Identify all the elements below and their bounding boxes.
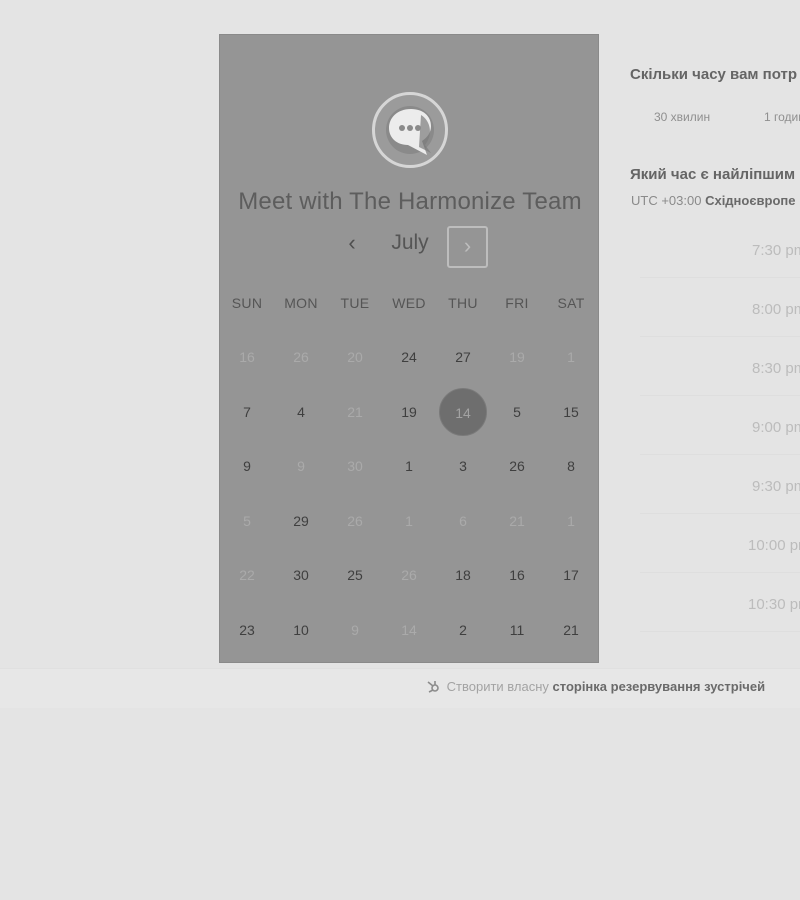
create-booking-page-link[interactable]: Створити власну сторінка резервування зу… bbox=[426, 679, 765, 696]
calendar-day: 16 bbox=[239, 349, 255, 365]
calendar-panel: Meet with The Harmonize Team ‹ July › SU… bbox=[219, 34, 599, 663]
time-slot[interactable]: 9:00 pm bbox=[630, 401, 800, 455]
weekday-header: SUN MON TUE WED THU FRI SAT bbox=[220, 295, 600, 315]
calendar-day: 19 bbox=[509, 349, 525, 365]
calendar-day[interactable]: 3 bbox=[439, 442, 487, 490]
calendar-day: 21 bbox=[509, 512, 525, 529]
calendar-day: 1 bbox=[405, 512, 413, 529]
weekday-tue: TUE bbox=[340, 295, 370, 311]
time-slot[interactable]: 10:00 pm bbox=[630, 519, 800, 573]
calendar-day: 21 bbox=[347, 403, 363, 420]
prev-month-button[interactable]: ‹ bbox=[338, 229, 366, 257]
calendar-day[interactable]: 24 bbox=[385, 333, 433, 381]
timezone-selector[interactable]: UTC +03:00 Східноєвропе bbox=[631, 193, 796, 208]
selected-day[interactable]: 14 bbox=[439, 387, 487, 436]
calendar-day: 1 bbox=[567, 512, 575, 529]
calendar-day: 20 bbox=[347, 349, 363, 365]
weekday-fri: FRI bbox=[505, 295, 529, 311]
duration-option[interactable]: 30 хвилин bbox=[654, 102, 710, 132]
calendar-day[interactable]: 10 bbox=[277, 606, 325, 654]
calendar-day[interactable]: 9 bbox=[223, 442, 271, 490]
timezone-name: Східноєвропе bbox=[705, 193, 796, 208]
weekday-wed: WED bbox=[392, 295, 426, 311]
duration-question: Скільки часу вам потр bbox=[630, 66, 798, 83]
calendar-day[interactable]: 8 bbox=[547, 442, 595, 490]
time-question: Який час є найліпшим bbox=[630, 166, 796, 183]
calendar-day[interactable]: 7 bbox=[223, 388, 271, 436]
calendar-day[interactable]: 11 bbox=[493, 606, 541, 654]
calendar-day[interactable]: 25 bbox=[331, 551, 379, 599]
calendar-day: 1 bbox=[567, 349, 575, 365]
next-month-button[interactable]: › bbox=[447, 226, 488, 268]
time-slot[interactable]: 8:00 pm bbox=[630, 283, 800, 337]
weekday-thu: THU bbox=[448, 295, 478, 311]
weekday-mon: MON bbox=[284, 295, 318, 311]
calendar-day: 9 bbox=[351, 622, 359, 638]
calendar-day: 26 bbox=[347, 512, 363, 529]
calendar-day: 22 bbox=[239, 567, 255, 584]
calendar-day[interactable]: 1 bbox=[385, 442, 433, 490]
calendar-day: 6 bbox=[459, 512, 467, 529]
footer-text: Створити власну bbox=[446, 679, 549, 694]
calendar-day[interactable]: 23 bbox=[223, 606, 271, 654]
duration-option[interactable]: 1 годин bbox=[764, 102, 800, 132]
hubspot-sprocket-icon bbox=[426, 679, 440, 696]
calendar-day: 26 bbox=[293, 349, 309, 365]
calendar-day[interactable]: 27 bbox=[439, 333, 487, 381]
page-title: Meet with The Harmonize Team bbox=[238, 188, 582, 215]
calendar-day: 5 bbox=[243, 512, 251, 529]
time-slot[interactable]: 9:30 pm bbox=[630, 460, 800, 514]
calendar-day: 26 bbox=[401, 567, 417, 584]
calendar-day[interactable]: 16 bbox=[493, 551, 541, 599]
calendar-day[interactable]: 4 bbox=[277, 388, 325, 436]
time-slot[interactable]: 8:30 pm bbox=[630, 342, 800, 396]
calendar-day[interactable]: 26 bbox=[493, 442, 541, 490]
calendar-day[interactable]: 29 bbox=[277, 497, 325, 545]
chat-bubble-icon bbox=[372, 92, 448, 168]
calendar-day[interactable]: 19 bbox=[385, 388, 433, 436]
calendar-day[interactable]: 15 bbox=[547, 388, 595, 436]
month-navigation: ‹ July › bbox=[220, 226, 600, 271]
calendar-day: 14 bbox=[401, 622, 417, 638]
weekday-sat: SAT bbox=[557, 295, 585, 311]
calendar-day[interactable]: 18 bbox=[439, 551, 487, 599]
calendar-day[interactable]: 17 bbox=[547, 551, 595, 599]
timezone-offset: UTC +03:00 bbox=[631, 193, 702, 208]
calendar-day[interactable]: 5 bbox=[493, 388, 541, 436]
time-slot[interactable]: 10:30 pm bbox=[630, 578, 800, 632]
footer-link-text: сторінка резервування зустрічей bbox=[552, 679, 766, 694]
weekday-sun: SUN bbox=[231, 295, 263, 311]
time-slot[interactable]: 7:30 pm bbox=[630, 224, 800, 278]
calendar-day[interactable]: 30 bbox=[277, 551, 325, 599]
calendar-day: 9 bbox=[297, 458, 305, 475]
calendar-day[interactable]: 21 bbox=[547, 606, 595, 654]
booking-options: Скільки часу вам потр 30 хвилин 1 годин … bbox=[630, 0, 800, 660]
month-label: July bbox=[391, 231, 429, 254]
calendar-day: 30 bbox=[347, 458, 363, 475]
calendar-day[interactable]: 2 bbox=[439, 606, 487, 654]
